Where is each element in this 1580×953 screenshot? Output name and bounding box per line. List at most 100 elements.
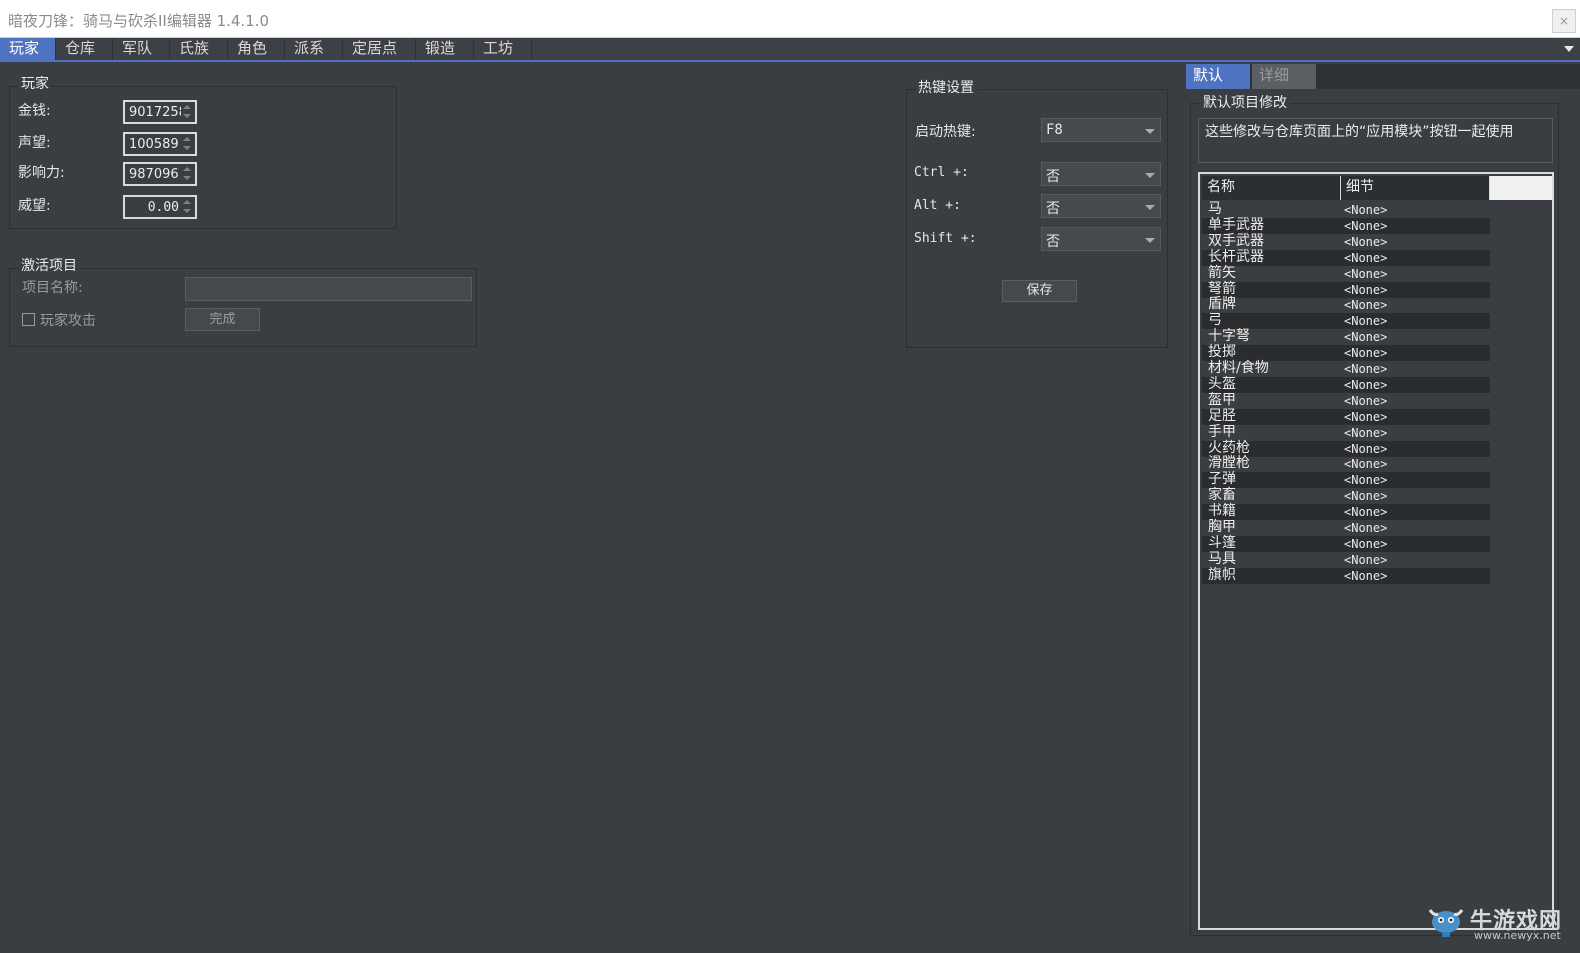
stepper-arrows-icon[interactable]	[182, 166, 192, 182]
tab-workshop[interactable]: 工坊	[474, 38, 532, 60]
row-detail[interactable]: <None>	[1344, 394, 1387, 409]
table-row[interactable]: 书籍 <None>	[1202, 503, 1490, 521]
money-value: 9017258	[129, 105, 181, 120]
stepper-arrows-icon[interactable]	[182, 199, 192, 215]
table-row[interactable]: 胸甲 <None>	[1202, 519, 1490, 536]
row-detail[interactable]: <None>	[1344, 283, 1387, 298]
row-detail[interactable]: <None>	[1344, 298, 1387, 313]
row-detail[interactable]: <None>	[1344, 219, 1387, 234]
tab-army[interactable]: 军队	[113, 38, 170, 60]
stepper-arrows-icon[interactable]	[182, 104, 192, 120]
table-row[interactable]: 足胫 <None>	[1202, 408, 1490, 425]
table-row[interactable]: 手甲 <None>	[1202, 424, 1490, 441]
table-row[interactable]: 双手武器 <None>	[1202, 233, 1490, 250]
column-header-detail[interactable]: 细节	[1341, 176, 1490, 200]
row-name: 单手武器	[1208, 216, 1264, 233]
table-row[interactable]: 投掷 <None>	[1202, 344, 1490, 362]
table-row[interactable]: 马具 <None>	[1202, 551, 1490, 568]
row-detail[interactable]: <None>	[1344, 410, 1387, 425]
watermark-url: www.newyx.net	[1474, 929, 1561, 942]
row-detail[interactable]: <None>	[1344, 314, 1387, 329]
row-detail[interactable]: <None>	[1344, 521, 1387, 536]
table-row[interactable]: 盔甲 <None>	[1202, 392, 1490, 409]
influence-stepper[interactable]: 987096	[123, 162, 197, 186]
row-detail[interactable]: <None>	[1344, 426, 1387, 441]
table-row[interactable]: 弓 <None>	[1202, 312, 1490, 330]
chevron-down-icon	[1145, 129, 1155, 134]
table-row[interactable]: 十字弩 <None>	[1202, 328, 1490, 345]
shift-select[interactable]: 否	[1041, 227, 1161, 251]
row-detail[interactable]: <None>	[1344, 553, 1387, 568]
row-name: 马	[1208, 201, 1222, 217]
watermark: 牛游戏网 www.newyx.net	[1424, 900, 1569, 946]
player-attack-checkbox[interactable]	[22, 313, 35, 326]
chevron-down-icon	[1145, 238, 1155, 243]
renown-stepper[interactable]: 100589	[123, 132, 197, 156]
row-detail[interactable]: <None>	[1344, 457, 1387, 472]
row-detail[interactable]: <None>	[1344, 362, 1387, 377]
row-detail[interactable]: <None>	[1344, 203, 1387, 218]
close-icon[interactable]: ×	[1552, 9, 1576, 33]
tab-settlement[interactable]: 定居点	[343, 38, 416, 60]
tab-character[interactable]: 角色	[228, 38, 285, 60]
tab-warehouse[interactable]: 仓库	[56, 38, 113, 60]
table-row[interactable]: 马 <None>	[1202, 201, 1490, 218]
item-name-input[interactable]	[185, 277, 472, 301]
money-label: 金钱:	[18, 103, 51, 119]
money-stepper[interactable]: 9017258	[123, 100, 197, 124]
ctrl-label: Ctrl +:	[914, 165, 969, 180]
ctrl-value: 否	[1046, 169, 1060, 185]
save-button[interactable]: 保存	[1002, 280, 1077, 302]
tab-faction[interactable]: 派系	[285, 38, 343, 60]
row-detail[interactable]: <None>	[1344, 505, 1387, 520]
column-header-name[interactable]: 名称	[1202, 176, 1341, 200]
row-detail[interactable]: <None>	[1344, 346, 1387, 361]
table-row[interactable]: 滑膛枪 <None>	[1202, 455, 1490, 472]
table-row[interactable]: 盾牌 <None>	[1202, 296, 1490, 313]
table-row[interactable]: 家畜 <None>	[1202, 487, 1490, 504]
row-detail[interactable]: <None>	[1344, 473, 1387, 488]
prestige-stepper[interactable]: 0.00	[123, 195, 197, 219]
row-detail[interactable]: <None>	[1344, 235, 1387, 250]
influence-label: 影响力:	[18, 165, 65, 181]
item-name-label: 项目名称:	[22, 280, 83, 296]
tab-player[interactable]: 玩家	[0, 38, 56, 60]
tab-smithing[interactable]: 锻造	[416, 38, 474, 60]
row-name: 长杆武器	[1208, 248, 1264, 265]
row-detail[interactable]: <None>	[1344, 251, 1387, 266]
row-detail[interactable]: <None>	[1344, 267, 1387, 282]
chevron-down-icon	[1145, 173, 1155, 178]
player-attack-label: 玩家攻击	[40, 313, 96, 329]
table-row[interactable]: 头盔 <None>	[1202, 376, 1490, 393]
row-name: 胸甲	[1208, 519, 1236, 535]
row-detail[interactable]: <None>	[1344, 537, 1387, 552]
chevron-down-icon[interactable]	[1564, 46, 1574, 52]
shift-label: Shift +:	[914, 231, 977, 246]
tab-clan[interactable]: 氏族	[170, 38, 228, 60]
table-row[interactable]: 材料/食物 <None>	[1202, 360, 1490, 377]
items-table: 名称 细节 马 <None> 单手武器 <None> 双手武器 <None> 长杆武器 <No…	[1198, 172, 1554, 930]
table-row[interactable]: 长杆武器 <None>	[1202, 248, 1490, 266]
table-row[interactable]: 箭矢 <None>	[1202, 264, 1490, 282]
table-row[interactable]: 旗帜 <None>	[1202, 567, 1490, 584]
row-detail[interactable]: <None>	[1344, 442, 1387, 457]
shift-value: 否	[1046, 234, 1060, 250]
complete-button[interactable]: 完成	[185, 308, 260, 331]
table-row[interactable]: 子弹 <None>	[1202, 471, 1490, 489]
stepper-arrows-icon[interactable]	[182, 136, 192, 152]
table-row[interactable]: 单手武器 <None>	[1202, 216, 1490, 234]
row-detail[interactable]: <None>	[1344, 489, 1387, 504]
tab-default[interactable]: 默认	[1186, 64, 1250, 89]
table-row[interactable]: 弩箭 <None>	[1202, 281, 1490, 298]
player-group-title: 玩家	[18, 73, 52, 93]
row-name: 箭矢	[1208, 264, 1236, 281]
row-detail[interactable]: <None>	[1344, 569, 1387, 584]
row-detail[interactable]: <None>	[1344, 378, 1387, 393]
row-detail[interactable]: <None>	[1344, 330, 1387, 345]
start-hotkey-select[interactable]: F8	[1041, 118, 1161, 142]
row-name: 盾牌	[1208, 296, 1236, 313]
alt-select[interactable]: 否	[1041, 194, 1161, 218]
tab-detail[interactable]: 详细	[1252, 64, 1316, 89]
ctrl-select[interactable]: 否	[1041, 162, 1161, 186]
table-row[interactable]: 斗篷 <None>	[1202, 535, 1490, 552]
